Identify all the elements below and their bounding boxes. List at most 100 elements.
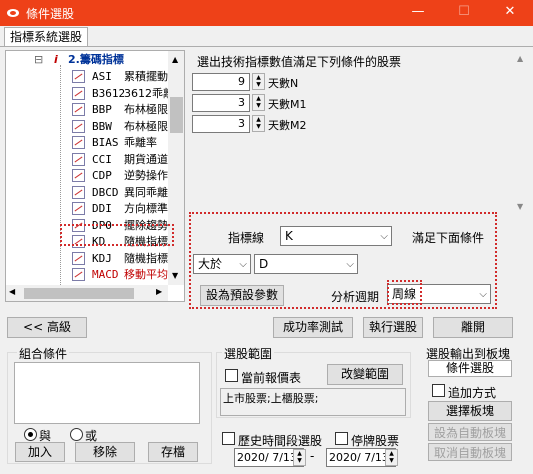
indicator-code: DDI: [92, 202, 112, 215]
tree-item[interactable]: KDJ 隨機指標K: [6, 250, 168, 267]
indicator-chart-icon: [72, 119, 85, 133]
criteria-heading: 選出技術指標數值滿足下列條件的股票: [197, 55, 402, 69]
target-select[interactable]: D ⌵: [254, 254, 358, 274]
chevron-down-icon: ⌵: [380, 231, 388, 242]
history-period-checkbox[interactable]: [222, 432, 235, 445]
indicator-tree[interactable]: ⊟ i 2.籌碼指標 ASI累積擺動指B36123612乖離BBP布林極限值BB…: [5, 50, 185, 302]
tree-item[interactable]: DBCD 異同乖離: [6, 184, 168, 201]
scope-display: 上市股票;上櫃股票;: [220, 388, 406, 416]
operator-value: 大於: [198, 257, 223, 271]
indicator-code: CCI: [92, 152, 112, 166]
indicator-chart-icon: [72, 86, 85, 100]
add-button[interactable]: 加入: [15, 442, 65, 462]
indicator-line-value: K: [285, 229, 293, 243]
tree-guide: [60, 65, 61, 285]
tree-item[interactable]: BBW 布林極限寬: [6, 118, 168, 135]
operator-select[interactable]: 大於 ⌵: [193, 254, 251, 274]
history-period-label: 歷史時間段選股: [238, 434, 323, 448]
combo-conditions-list[interactable]: [14, 362, 200, 424]
indicator-code: BBP: [92, 103, 112, 116]
and-radio[interactable]: [24, 428, 37, 441]
info-icon: i: [54, 53, 58, 66]
suspended-checkbox[interactable]: [335, 432, 348, 445]
set-default-params-button[interactable]: 設為預設參數: [200, 285, 284, 306]
indicator-name: 隨機指標K: [124, 251, 168, 265]
date-from-spin[interactable]: ▲ ▼: [293, 449, 306, 466]
category-label: 2.籌碼指標: [68, 53, 124, 66]
tree-item[interactable]: BIAS 乖離率: [6, 134, 168, 151]
indicator-code: CDP: [92, 169, 112, 182]
tree-scrollbar-v[interactable]: ▲ ▼: [168, 51, 184, 285]
target-value: D: [259, 257, 269, 271]
scroll-up-icon[interactable]: ▲: [172, 55, 178, 64]
scroll-down-icon[interactable]: ▼: [172, 271, 178, 280]
tree-item[interactable]: MACD 移動平均: [6, 266, 168, 283]
indicator-code: MACD: [92, 268, 119, 281]
param-spin-arrows[interactable]: ▲ ▼: [252, 73, 265, 90]
tree-item[interactable]: BBP 布林極限值: [6, 101, 168, 118]
tab-divider: [0, 46, 533, 47]
remove-button[interactable]: 移除: [75, 442, 135, 462]
tree-item[interactable]: CCI 期貨通道指: [6, 151, 168, 168]
tree-item[interactable]: CDP 逆勢操作: [6, 167, 168, 184]
param-input[interactable]: 3: [192, 94, 250, 112]
save-button[interactable]: 存檔: [148, 442, 198, 462]
indicator-chart-icon: [72, 169, 85, 182]
current-price-label: 當前報價表: [241, 371, 302, 385]
chevron-down-icon: ⌵: [346, 259, 354, 270]
param-input[interactable]: 3: [192, 115, 250, 133]
append-checkbox[interactable]: [432, 384, 445, 397]
indicator-chart-icon: [72, 202, 85, 215]
or-radio[interactable]: [70, 428, 83, 441]
tree-item[interactable]: DDI 方向標準離: [6, 200, 168, 217]
period-label: 分析週期: [331, 290, 380, 304]
scroll-left-icon[interactable]: ◀: [9, 287, 15, 296]
success-rate-test-button[interactable]: 成功率測試: [273, 317, 353, 338]
param-spin-arrows[interactable]: ▲ ▼: [252, 115, 265, 132]
tab-indicator-selection[interactable]: 指標系統選股: [4, 27, 88, 47]
right-scrollbar[interactable]: ▲ ▼: [513, 50, 530, 214]
indicator-chart-icon: [72, 251, 85, 265]
indicator-chart-icon: [72, 70, 85, 83]
suspended-label: 停牌股票: [351, 434, 400, 448]
indicator-name: 異同乖離: [124, 185, 168, 199]
change-scope-button[interactable]: 改變範圍: [327, 364, 403, 385]
indicator-code: ASI: [92, 70, 112, 83]
current-price-checkbox[interactable]: [225, 369, 238, 382]
select-board-button[interactable]: 選擇板塊: [428, 401, 512, 421]
scroll-up-icon[interactable]: ▲: [517, 54, 523, 63]
scope-label: 選股範圍: [222, 345, 275, 362]
param-label: 天數N: [268, 77, 299, 90]
tree-category[interactable]: ⊟ i 2.籌碼指標: [6, 51, 168, 68]
tree-item[interactable]: ASI 累積擺動指: [6, 68, 168, 85]
append-label: 追加方式: [448, 386, 497, 400]
scroll-thumb-h[interactable]: [24, 288, 134, 299]
date-to-spin[interactable]: ▲ ▼: [385, 449, 398, 466]
indicator-code: KDJ: [92, 251, 112, 265]
exit-button[interactable]: 離開: [433, 317, 513, 338]
param-label: 天數M1: [268, 98, 307, 111]
indicator-code: BBW: [92, 119, 112, 133]
indicator-chart-icon: [72, 268, 85, 281]
maximize-button[interactable]: ☐: [441, 0, 487, 26]
date-to-value: 2020/ 7/13: [329, 451, 389, 464]
window-title: 條件選股: [26, 7, 75, 21]
output-board-name[interactable]: 條件選股: [428, 360, 512, 377]
advanced-button[interactable]: << 高級: [7, 317, 87, 338]
indicator-name: 乖離率: [124, 136, 157, 149]
scroll-right-icon[interactable]: ▶: [156, 287, 162, 296]
cancel-auto-board-button[interactable]: 取消自動板塊: [428, 443, 512, 461]
set-auto-board-button[interactable]: 設為自動板塊: [428, 423, 512, 441]
scroll-thumb[interactable]: [170, 97, 183, 133]
scroll-down-icon[interactable]: ▼: [517, 202, 523, 211]
close-button[interactable]: ✕: [487, 0, 533, 26]
indicator-line-select[interactable]: K ⌵: [280, 226, 392, 246]
tree-item[interactable]: B36123612乖離: [6, 85, 168, 102]
indicator-name: 方向標準離: [124, 202, 168, 215]
param-input[interactable]: 9: [192, 73, 250, 91]
param-spin-arrows[interactable]: ▲ ▼: [252, 94, 265, 111]
collapse-icon[interactable]: ⊟: [34, 51, 43, 68]
execute-selection-button[interactable]: 執行選股: [363, 317, 423, 338]
tree-scrollbar-h[interactable]: ◀ ▶: [6, 285, 168, 301]
minimize-button[interactable]: —: [395, 0, 441, 26]
